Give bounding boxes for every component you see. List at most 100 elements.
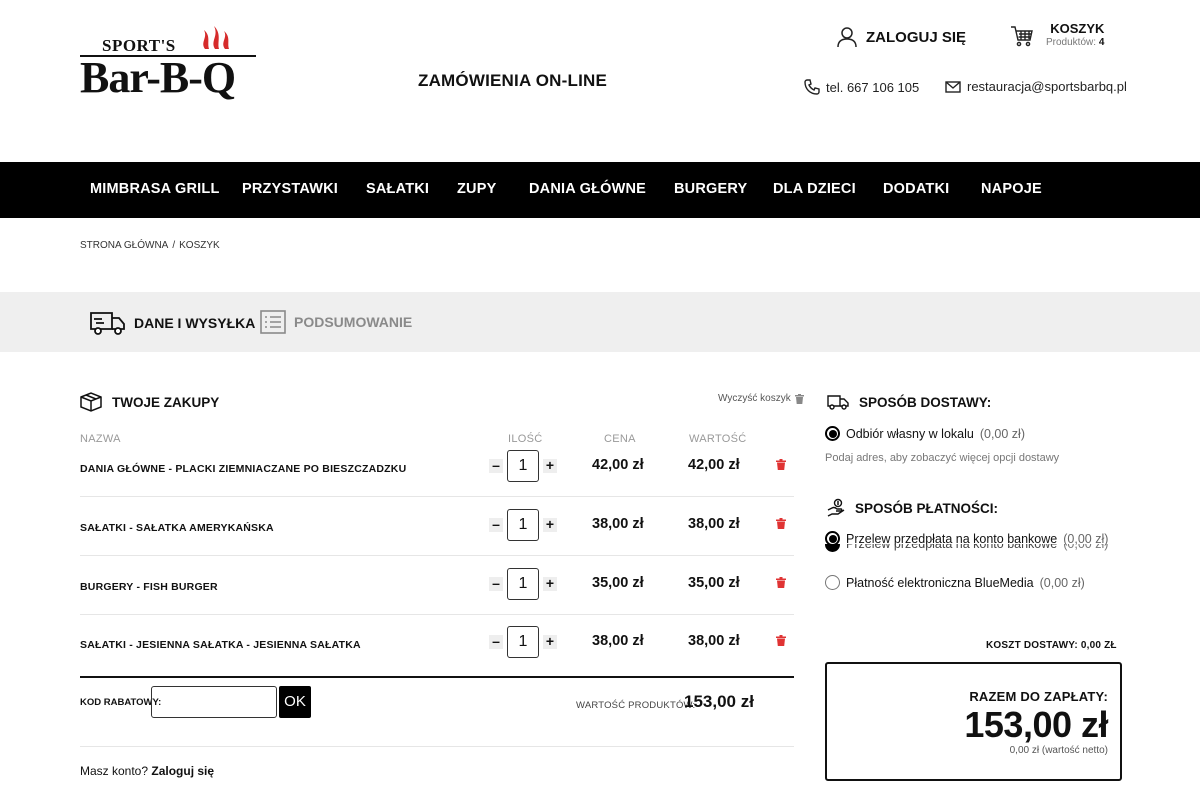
payment-title: SPOSÓB PŁATNOŚCI: [855, 500, 999, 516]
quantity-input[interactable]: 1 [507, 509, 539, 541]
subtotal-label: WARTOŚĆ PRODUKTÓW: [576, 700, 696, 711]
nav-item-burgery[interactable]: BURGERY [674, 181, 747, 197]
user-icon [837, 27, 857, 48]
step-summary-label: PODSUMOWANIE [294, 314, 413, 330]
increase-qty-button[interactable]: + [543, 634, 557, 649]
cart-title-label: TWOJE ZAKUPY [112, 394, 220, 410]
logo[interactable]: SPORT'S Bar-B-Q [80, 24, 260, 106]
delivery-truck-icon [90, 312, 125, 335]
clear-cart-label: Wyczyść koszyk [718, 393, 791, 404]
product-name: SAŁATKI - JESIENNA SAŁATKA - JESIENNA SA… [80, 639, 361, 651]
payment-option-label-ghost: Przelew przedpłata na konto bankowe [846, 544, 1058, 551]
radio-selected[interactable] [825, 426, 840, 441]
table-row: DANIA GŁÓWNE - PLACKI ZIEMNIACZANE PO BI… [80, 438, 794, 497]
delivery-hint: Podaj adres, aby zobaczyć więcej opcji d… [825, 452, 1060, 464]
header-tagline: ZAMÓWIENIA ON-LINE [418, 71, 608, 90]
coupon-label: KOD RABATOWY: [80, 697, 162, 708]
product-value: 38,00 zł [688, 516, 740, 532]
product-name: DANIA GŁÓWNE - PLACKI ZIEMNIACZANE PO BI… [80, 463, 407, 475]
section-divider [80, 746, 794, 747]
coupon-ok-button[interactable]: OK [279, 686, 311, 718]
remove-item-trash-icon[interactable] [776, 518, 786, 529]
nav-item-dodatki[interactable]: DODATKI [883, 181, 949, 197]
account-question: Masz konto? [80, 764, 149, 778]
nav-item-salatki[interactable]: SAŁATKI [366, 181, 429, 197]
delivery-truck-icon [827, 395, 849, 410]
phone-contact[interactable]: tel. 667 106 105 [804, 79, 919, 95]
breadcrumb-separator: / [172, 240, 176, 251]
subtotal-value: 153,00 zł [684, 692, 754, 711]
remove-item-trash-icon[interactable] [776, 577, 786, 588]
delivery-section-title: SPOSÓB DOSTAWY: [827, 394, 991, 410]
login-label: ZALOGUJ SIĘ [866, 28, 967, 46]
quantity-input[interactable]: 1 [507, 450, 539, 482]
clear-cart-button[interactable]: Wyczyść koszyk [718, 393, 804, 404]
phone-number: tel. 667 106 105 [826, 79, 920, 95]
cart-divider [80, 676, 794, 678]
quantity-stepper: – 1 + [489, 626, 557, 658]
product-value: 38,00 zł [688, 633, 740, 649]
decrease-qty-button[interactable]: – [489, 458, 503, 473]
account-prompt: Masz konto? Zaloguj się [80, 764, 214, 778]
payment-option-label: Płatność elektroniczna BlueMedia [846, 575, 1034, 590]
payment-option-bluemedia[interactable]: Płatność elektroniczna BlueMedia (0,00 z… [825, 575, 1085, 590]
quantity-input[interactable]: 1 [507, 626, 539, 658]
product-value: 35,00 zł [688, 575, 740, 591]
quantity-stepper: – 1 + [489, 568, 557, 600]
payment-section-title: SPOSÓB PŁATNOŚCI: [827, 498, 998, 518]
delivery-option-pickup[interactable]: Odbiór własny w lokalu (0,00 zł) [825, 426, 1025, 441]
box-icon [80, 392, 102, 412]
cart-icon [1011, 26, 1033, 47]
increase-qty-button[interactable]: + [543, 458, 557, 473]
decrease-qty-button[interactable]: – [489, 576, 503, 591]
cart-count-label: Produktów: [1046, 37, 1097, 48]
table-row: BURGERY - FISH BURGER – 1 + 35,00 zł 35,… [80, 556, 794, 615]
radio-unselected[interactable] [825, 575, 840, 590]
step-shipping[interactable]: DANE I WYSYŁKA [90, 310, 255, 336]
nav-item-mimbrasa-grill[interactable]: MIMBRASA GRILL [90, 181, 220, 197]
decrease-qty-button[interactable]: – [489, 517, 503, 532]
login-link[interactable]: ZALOGUJ SIĘ [836, 26, 966, 48]
payment-option-price: (0,00 zł) [1039, 575, 1085, 590]
breadcrumb-current: KOSZYK [179, 240, 220, 251]
product-price: 35,00 zł [592, 575, 644, 591]
product-value: 42,00 zł [688, 457, 740, 473]
delivery-option-price: (0,00 zł) [979, 426, 1025, 441]
quantity-input[interactable]: 1 [507, 568, 539, 600]
shipping-cost: KOSZT DOSTAWY: 0,00 ZŁ [986, 640, 1117, 651]
cart-link[interactable]: KOSZYK Produktów: 4 [1010, 22, 1104, 50]
main-nav: MIMBRASA GRILL PRZYSTAWKI SAŁATKI ZUPY D… [0, 162, 1200, 218]
logo-main-text: Bar-B-Q [80, 53, 236, 102]
cart-summary: KOSZYK Produktów: 4 [1046, 22, 1104, 50]
nav-item-dania-glowne[interactable]: DANIA GŁÓWNE [529, 181, 646, 197]
nav-item-napoje[interactable]: NAPOJE [981, 181, 1042, 197]
remove-item-trash-icon[interactable] [776, 459, 786, 470]
checkout-steps: DANE I WYSYŁKA PODSUMOWANIE [0, 292, 1200, 352]
cart-count: Produktów: 4 [1046, 36, 1104, 50]
login-link-bottom[interactable]: Zaloguj się [151, 764, 214, 778]
remove-item-trash-icon[interactable] [776, 635, 786, 646]
nav-item-zupy[interactable]: ZUPY [457, 181, 496, 197]
payment-hand-icon [827, 498, 845, 517]
step-summary[interactable]: PODSUMOWANIE [260, 310, 412, 334]
total-label: RAZEM DO ZAPŁATY: [969, 689, 1108, 704]
delivery-title: SPOSÓB DOSTAWY: [859, 394, 992, 410]
total-net: 0,00 zł (wartość netto) [1009, 745, 1108, 756]
decrease-qty-button[interactable]: – [489, 634, 503, 649]
total-box: RAZEM DO ZAPŁATY: 153,00 zł 0,00 zł (war… [825, 662, 1122, 781]
coupon-input[interactable] [151, 686, 277, 718]
radio-selected-ghost [825, 544, 840, 552]
product-price: 38,00 zł [592, 633, 644, 649]
phone-icon [804, 79, 820, 95]
increase-qty-button[interactable]: + [543, 576, 557, 591]
email-contact[interactable]: restauracja@sportsbarbq.pl [945, 79, 1127, 94]
cart-section-title: TWOJE ZAKUPY [80, 392, 219, 412]
breadcrumb-home[interactable]: STRONA GŁÓWNA [80, 240, 168, 251]
list-icon [260, 310, 286, 334]
nav-item-przystawki[interactable]: PRZYSTAWKI [242, 181, 338, 197]
breadcrumb: STRONA GŁÓWNA / KOSZYK [80, 240, 220, 251]
increase-qty-button[interactable]: + [543, 517, 557, 532]
cart-title: KOSZYK [1050, 21, 1105, 36]
step-shipping-label: DANE I WYSYŁKA [134, 315, 256, 331]
nav-item-dla-dzieci[interactable]: DLA DZIECI [773, 181, 856, 197]
